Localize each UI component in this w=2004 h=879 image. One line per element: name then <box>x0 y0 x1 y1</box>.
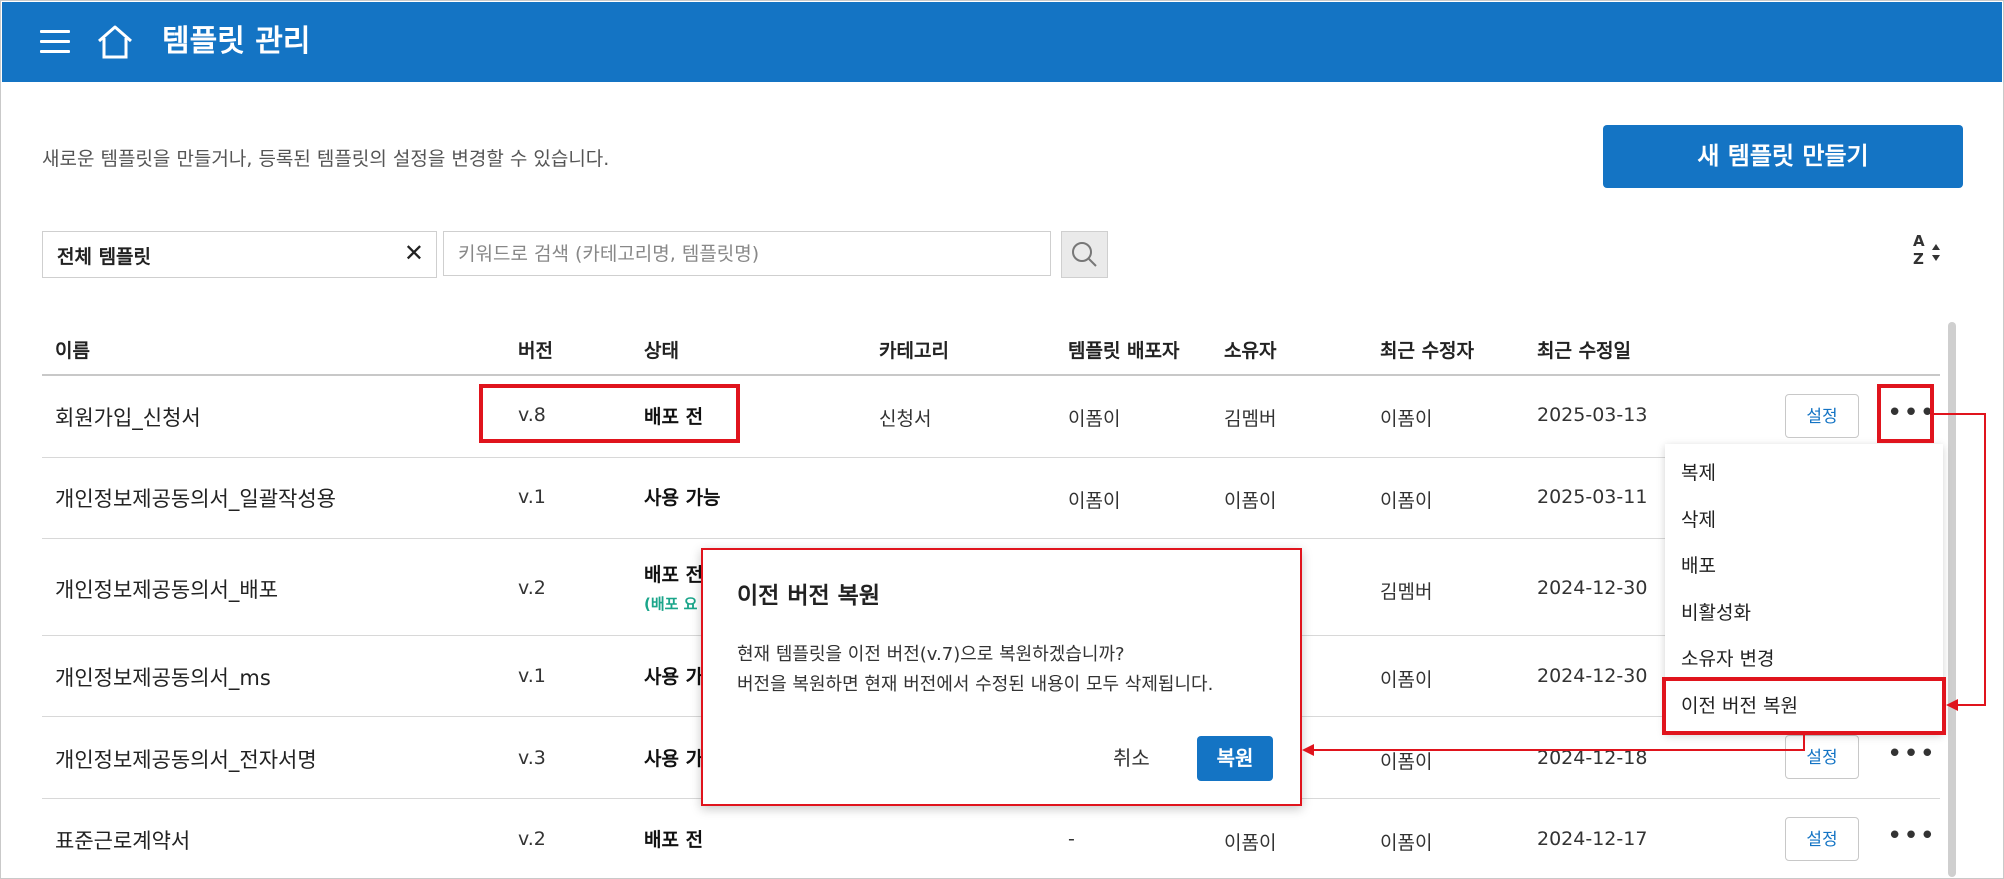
annotation-arrows <box>1302 413 1986 756</box>
